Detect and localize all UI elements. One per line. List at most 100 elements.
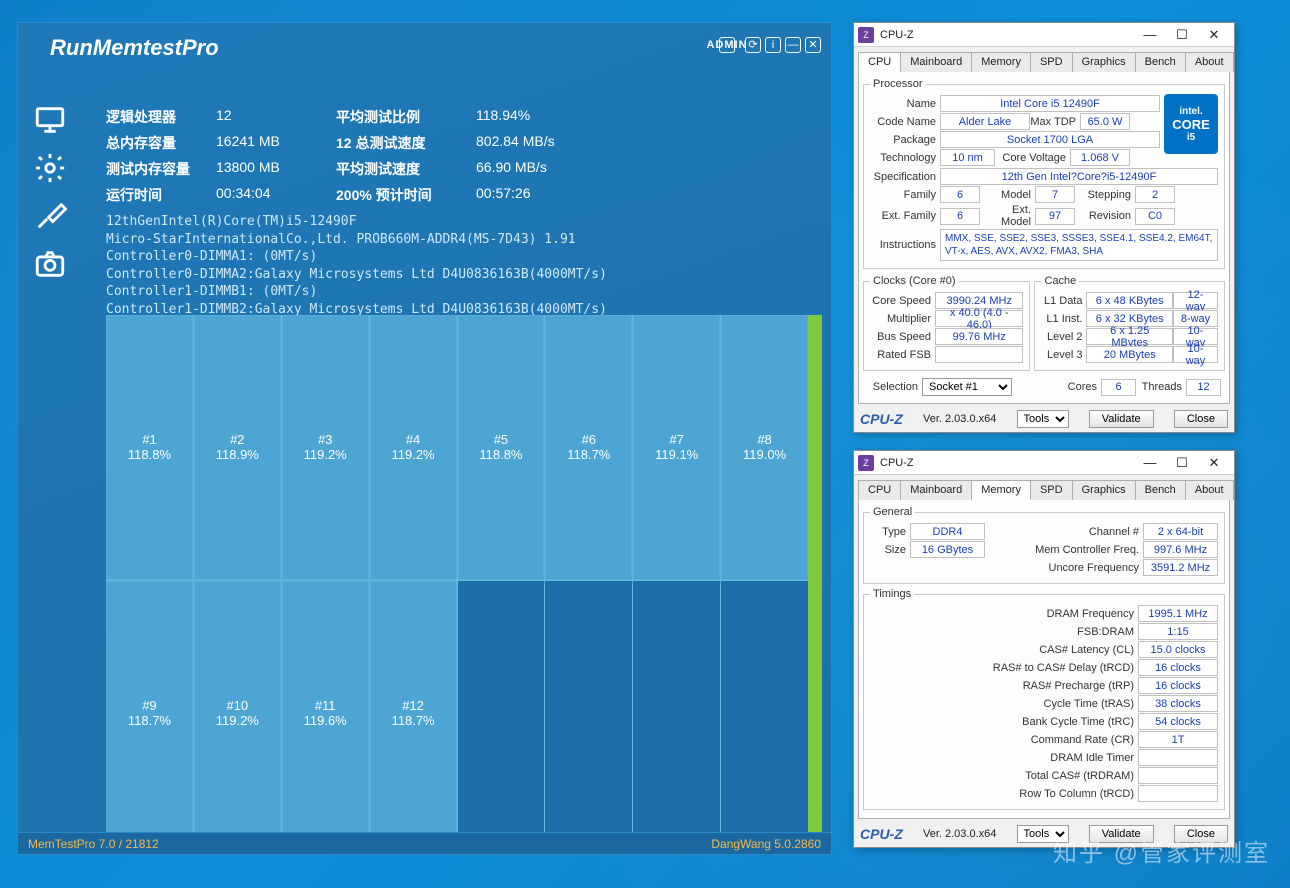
val: 38 clocks <box>1138 695 1218 712</box>
lbl: Ext. Model <box>980 204 1035 228</box>
val: 10-way <box>1173 346 1218 363</box>
memtest-cell[interactable]: #10119.2% <box>194 581 281 846</box>
lbl: Mem Controller Freq. <box>985 544 1143 556</box>
close-icon[interactable]: ✕ <box>805 37 821 53</box>
about-icon[interactable]: i <box>765 37 781 53</box>
lbl: Package <box>870 134 940 146</box>
stat-value: 118.94% <box>476 107 606 127</box>
tab-graphics[interactable]: Graphics <box>1072 480 1136 500</box>
validate-button[interactable]: Validate <box>1089 410 1154 428</box>
cell-id: #10 <box>226 698 248 713</box>
val: 2 <box>1135 186 1175 203</box>
minimize-icon[interactable]: — <box>785 37 801 53</box>
lbl: DRAM Frequency <box>870 608 1138 620</box>
maximize-icon[interactable]: ☐ <box>1166 452 1198 474</box>
timings-group: Timings DRAM Frequency1995.1 MHz FSB:DRA… <box>863 588 1225 810</box>
memtest-cell[interactable]: #5118.8% <box>458 315 545 580</box>
val: 6 <box>1101 379 1136 396</box>
lbl: Technology <box>870 152 940 164</box>
brush-icon[interactable] <box>33 199 67 233</box>
monitor-icon[interactable] <box>33 103 67 137</box>
processor-group: Processor NameIntel Core i5 12490F Code … <box>863 78 1225 269</box>
memtest-cell[interactable]: #12118.7% <box>370 581 457 846</box>
memtest-cell[interactable]: #6118.7% <box>545 315 632 580</box>
val <box>1138 785 1218 802</box>
lbl: Level 2 <box>1041 331 1086 343</box>
cpuz-icon: Z <box>858 27 874 43</box>
minimize-icon[interactable]: — <box>1134 24 1166 46</box>
lbl: Model <box>980 189 1035 201</box>
close-icon[interactable]: ✕ <box>1198 452 1230 474</box>
memtest-cell[interactable]: #4119.2% <box>370 315 457 580</box>
tab-about[interactable]: About <box>1185 52 1234 72</box>
cache-group: Cache L1 Data6 x 48 KBytes12-way L1 Inst… <box>1034 275 1225 371</box>
legend: Clocks (Core #0) <box>870 275 959 287</box>
val: 16 clocks <box>1138 659 1218 676</box>
stat-value: 16241 MB <box>216 133 336 153</box>
tab-about[interactable]: About <box>1185 480 1234 500</box>
titlebar[interactable]: Z CPU-Z — ☐ ✕ <box>854 451 1234 475</box>
memtest-cell[interactable]: #9118.7% <box>106 581 193 846</box>
cpuz-window-2: Z CPU-Z — ☐ ✕ CPUMainboardMemorySPDGraph… <box>853 450 1235 848</box>
memtest-cell[interactable]: #11119.6% <box>282 581 369 846</box>
tab-memory[interactable]: Memory <box>971 52 1031 72</box>
memtest-footer: MemTestPro 7.0 / 21812 DangWang 5.0.2860 <box>18 832 831 854</box>
version-label: Ver. 2.03.0.x64 <box>923 413 996 425</box>
tab-bench[interactable]: Bench <box>1135 480 1186 500</box>
cell-id: #2 <box>230 432 244 447</box>
lbl: Name <box>870 98 940 110</box>
tab-mainboard[interactable]: Mainboard <box>900 52 972 72</box>
tab-bench[interactable]: Bench <box>1135 52 1186 72</box>
lbl: Size <box>870 544 910 556</box>
tab-cpu[interactable]: CPU <box>858 52 901 72</box>
stat-value: 802.84 MB/s <box>476 133 606 153</box>
memtest-cell[interactable]: #1118.8% <box>106 315 193 580</box>
cell-pct: 119.2% <box>304 447 347 462</box>
memtest-log: 12thGenIntel(R)Core(TM)i5-12490F Micro-S… <box>106 213 607 318</box>
cell-id: #7 <box>669 432 683 447</box>
val: DDR4 <box>910 523 985 540</box>
val <box>1138 767 1218 784</box>
memtest-cell[interactable]: #8119.0% <box>721 315 808 580</box>
val: 16 clocks <box>1138 677 1218 694</box>
val: 10 nm <box>940 149 995 166</box>
val: Alder Lake <box>940 113 1030 130</box>
memtest-cell[interactable]: #3119.2% <box>282 315 369 580</box>
lbl: Total CAS# (tRDRAM) <box>870 770 1138 782</box>
tab-spd[interactable]: SPD <box>1030 52 1073 72</box>
close-icon[interactable]: ✕ <box>1198 24 1230 46</box>
titlebar[interactable]: Z CPU-Z — ☐ ✕ <box>854 23 1234 47</box>
cell-pct: 119.2% <box>216 713 259 728</box>
refresh-icon[interactable]: ⟳ <box>745 37 761 53</box>
val: 6 <box>940 186 980 203</box>
val: 99.76 MHz <box>935 328 1023 345</box>
val: x 40.0 (4.0 - 46.0) <box>935 310 1023 327</box>
cell-id: #12 <box>402 698 424 713</box>
camera-icon[interactable] <box>33 247 67 281</box>
tab-graphics[interactable]: Graphics <box>1072 52 1136 72</box>
cell-id: #1 <box>142 432 156 447</box>
lbl: Specification <box>870 171 940 183</box>
socket-select[interactable]: Socket #1 <box>922 378 1012 396</box>
clocks-group: Clocks (Core #0) Core Speed3990.24 MHz M… <box>863 275 1030 371</box>
intel-logo: intel. CORE i5 <box>1164 94 1218 154</box>
tools-select[interactable]: Tools <box>1017 410 1069 428</box>
minimize-icon[interactable]: — <box>1134 452 1166 474</box>
tab-memory[interactable]: Memory <box>971 480 1031 500</box>
tab-mainboard[interactable]: Mainboard <box>900 480 972 500</box>
val-name: Intel Core i5 12490F <box>940 95 1160 112</box>
tab-cpu[interactable]: CPU <box>858 480 901 500</box>
lbl: Ext. Family <box>870 210 940 222</box>
gear-icon[interactable] <box>33 151 67 185</box>
memtest-cell[interactable]: #7119.1% <box>633 315 720 580</box>
lbl: Stepping <box>1075 189 1135 201</box>
stat-label: 平均测试速度 <box>336 159 476 179</box>
legend: Cache <box>1041 275 1079 287</box>
tab-spd[interactable]: SPD <box>1030 480 1073 500</box>
memtest-cell[interactable]: #2118.9% <box>194 315 281 580</box>
maximize-icon[interactable]: ☐ <box>1166 24 1198 46</box>
cell-id: #3 <box>318 432 332 447</box>
empty-cell <box>633 581 720 846</box>
close-button[interactable]: Close <box>1174 410 1228 428</box>
val: 2 x 64-bit <box>1143 523 1218 540</box>
